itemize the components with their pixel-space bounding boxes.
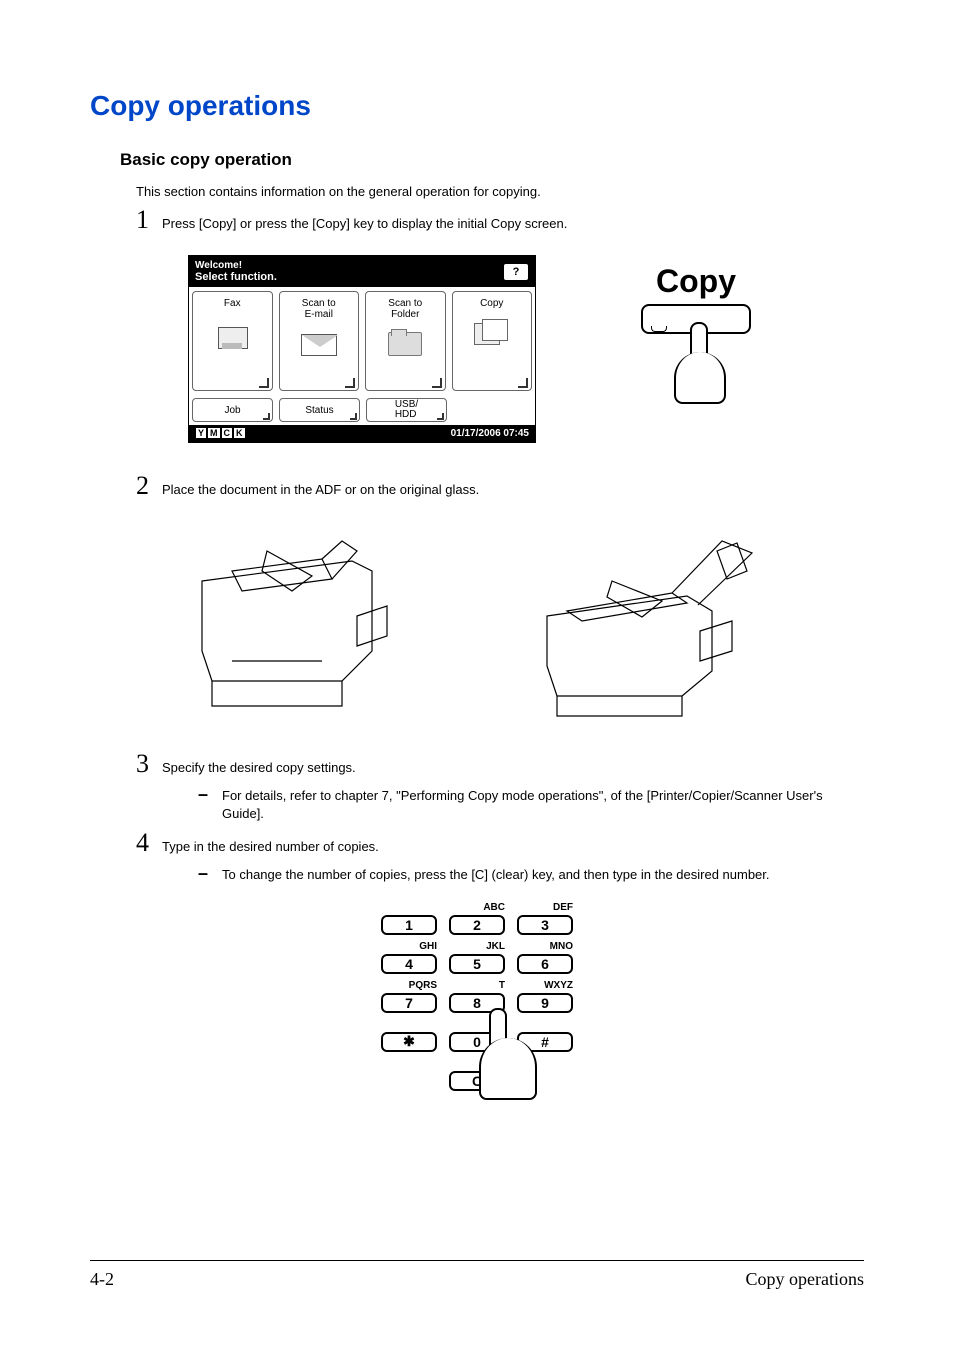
step-3-sub-text: For details, refer to chapter 7, "Perfor… [222, 787, 864, 822]
keypad-label-abc: ABC [449, 902, 505, 914]
hardware-copy-button-figure: Copy [626, 255, 766, 443]
envelope-icon [301, 334, 337, 356]
lcd-scan-email-button[interactable]: Scan to E-mail [279, 291, 360, 391]
copy-pages-icon [474, 319, 510, 349]
hardware-copy-label: Copy [626, 263, 766, 300]
folder-icon [388, 332, 422, 356]
step-2: 2 Place the document in the ADF or on th… [136, 471, 864, 501]
keypad-figure: 1 ABC2 DEF3 GHI4 JKL5 MNO6 PQRS7 T8 WXYZ… [90, 902, 864, 1091]
keypad-star[interactable]: ✱ [381, 1032, 437, 1052]
keypad-label-def: DEF [517, 902, 573, 914]
step-3-sub: – For details, refer to chapter 7, "Perf… [198, 787, 864, 822]
keypad-8[interactable]: 8 [449, 993, 505, 1013]
step-text: Type in the desired number of copies. [162, 839, 379, 854]
lcd-job-button[interactable]: Job [192, 398, 273, 422]
keypad-2[interactable]: 2 [449, 915, 505, 935]
step-number: 3 [136, 749, 162, 779]
page-footer: 4-2 Copy operations [90, 1260, 864, 1290]
lcd-datetime: 01/17/2006 07:45 [451, 428, 529, 439]
figure-row-lcd-and-button: Welcome! Select function. ? Fax Scan to … [90, 255, 864, 443]
lcd-status-button[interactable]: Status [279, 398, 360, 422]
keypad-label-wxyz: WXYZ [517, 980, 573, 992]
step-4-sub-text: To change the number of copies, press th… [222, 866, 770, 884]
lcd-fax-button[interactable]: Fax [192, 291, 273, 391]
lcd-scan-email-label: Scan to E-mail [280, 298, 359, 320]
lcd-select-function: Select function. [195, 271, 277, 283]
lcd-header: Welcome! Select function. ? [189, 256, 535, 287]
keypad-4[interactable]: 4 [381, 954, 437, 974]
keypad-5[interactable]: 5 [449, 954, 505, 974]
lcd-status-bar: YMCK 01/17/2006 07:45 [189, 425, 535, 442]
keypad-label-jkl: JKL [449, 941, 505, 953]
figure-row-printers [90, 521, 864, 721]
keypad-hash[interactable]: # [517, 1032, 573, 1052]
dash-icon: – [198, 866, 222, 884]
toner-m: M [208, 428, 220, 438]
lcd-copy-label: Copy [453, 298, 532, 309]
keypad-label-mno: MNO [517, 941, 573, 953]
keypad-label-t: T [449, 980, 505, 992]
dash-icon: – [198, 787, 222, 822]
intro-text: This section contains information on the… [136, 184, 864, 199]
lcd-status-label: Status [305, 405, 333, 416]
subsection-heading: Basic copy operation [120, 150, 864, 170]
lcd-job-label: Job [224, 405, 240, 416]
printer-glass-illustration [522, 521, 782, 721]
toner-k: K [234, 428, 245, 438]
step-text: Press [Copy] or press the [Copy] key to … [162, 216, 567, 231]
section-heading: Copy operations [90, 90, 864, 122]
lcd-screen: Welcome! Select function. ? Fax Scan to … [188, 255, 536, 443]
step-4-sub: – To change the number of copies, press … [198, 866, 864, 884]
footer-page-number: 4-2 [90, 1269, 114, 1290]
keypad-7[interactable]: 7 [381, 993, 437, 1013]
pressing-hand-icon [666, 340, 726, 410]
lcd-scan-folder-button[interactable]: Scan to Folder [365, 291, 446, 391]
toner-levels: YMCK [195, 428, 246, 439]
toner-y: Y [196, 428, 206, 438]
footer-title: Copy operations [746, 1269, 865, 1290]
step-number: 1 [136, 205, 162, 235]
keypad-3[interactable]: 3 [517, 915, 573, 935]
keypad-6[interactable]: 6 [517, 954, 573, 974]
step-text: Specify the desired copy settings. [162, 760, 356, 775]
step-3: 3 Specify the desired copy settings. [136, 749, 864, 779]
keypad-clear[interactable]: C [449, 1071, 505, 1091]
lcd-welcome: Welcome! [195, 260, 277, 271]
lcd-usb-hdd-label: USB/ HDD [395, 400, 418, 420]
toner-c: C [222, 428, 233, 438]
keypad-9[interactable]: 9 [517, 993, 573, 1013]
step-text: Place the document in the ADF or on the … [162, 482, 479, 497]
keypad-1[interactable]: 1 [381, 915, 437, 935]
step-1: 1 Press [Copy] or press the [Copy] key t… [136, 205, 864, 235]
help-icon[interactable]: ? [503, 263, 529, 281]
lcd-usb-hdd-button[interactable]: USB/ HDD [366, 398, 447, 422]
lcd-copy-button[interactable]: Copy [452, 291, 533, 391]
step-number: 2 [136, 471, 162, 501]
step-number: 4 [136, 828, 162, 858]
keypad-label-ghi: GHI [381, 941, 437, 953]
printer-adf-illustration [172, 521, 432, 721]
step-4: 4 Type in the desired number of copies. [136, 828, 864, 858]
lcd-fax-label: Fax [193, 298, 272, 309]
lcd-scan-folder-label: Scan to Folder [366, 298, 445, 320]
fax-icon [212, 319, 252, 355]
keypad-label-pqrs: PQRS [381, 980, 437, 992]
keypad-0[interactable]: 0 [449, 1032, 505, 1052]
